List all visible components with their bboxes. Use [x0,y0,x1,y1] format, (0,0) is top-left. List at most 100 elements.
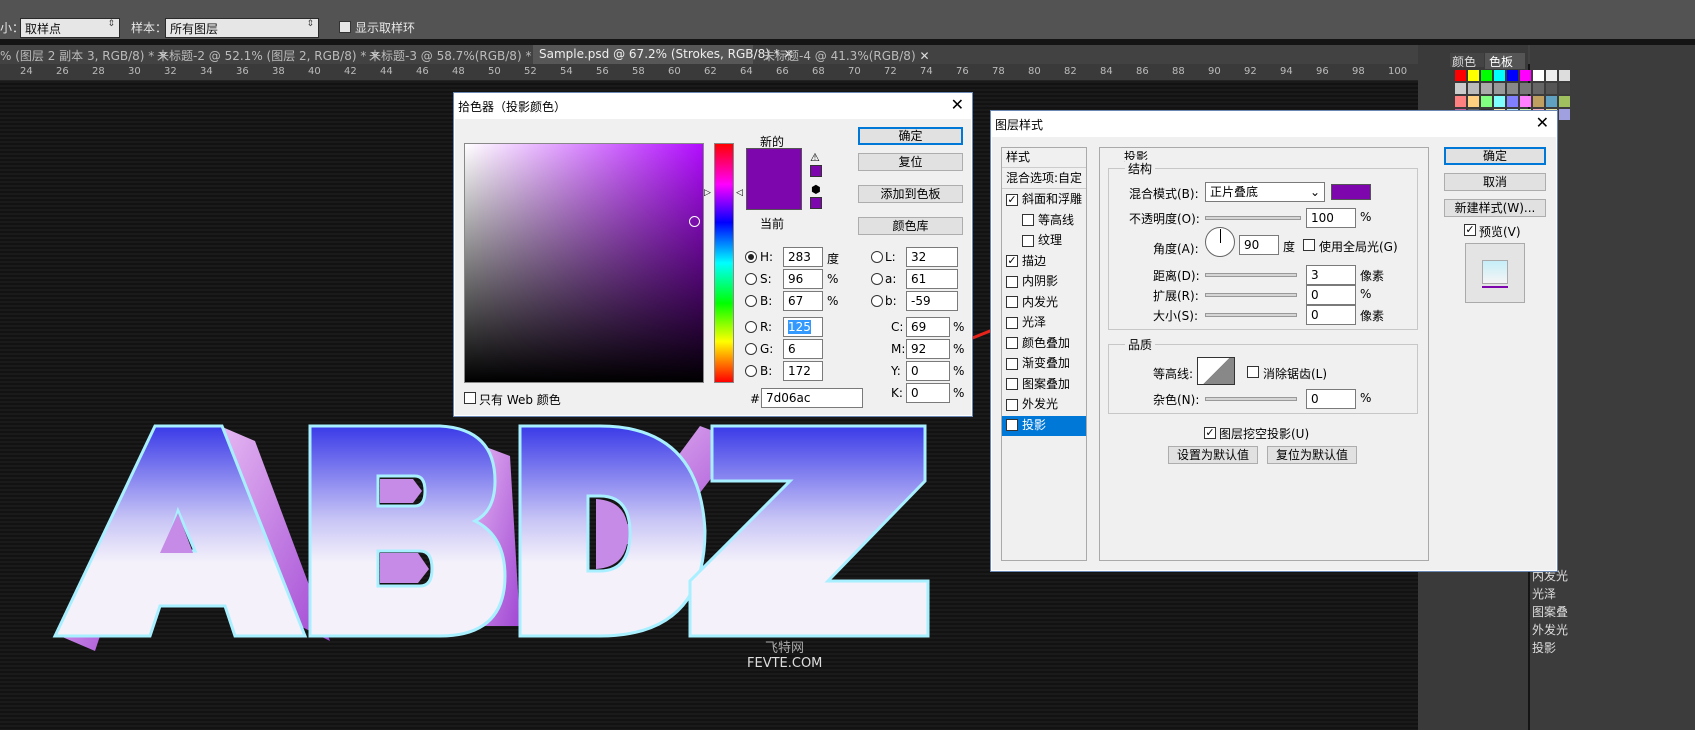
shadow-color-swatch[interactable] [1331,184,1371,200]
m-input[interactable]: 92 [906,339,950,359]
distance-input[interactable]: 3 [1306,265,1356,285]
color-libraries-button[interactable]: 颜色库 [858,217,963,235]
r-radio[interactable] [745,321,757,333]
knockout-checkbox[interactable]: ✓ [1204,427,1216,439]
spread-slider[interactable] [1205,293,1297,297]
swatch[interactable] [1559,83,1570,94]
doc-tab[interactable]: % (图层 2 副本 3, RGB/8) * ✕ [0,45,168,64]
y-input[interactable]: 0 [906,361,950,381]
style-item-checkbox[interactable]: ✓ [1006,419,1018,431]
web-only-checkbox[interactable] [464,392,476,404]
style-item[interactable]: 纹理 [1002,231,1086,251]
noise-input[interactable]: 0 [1306,389,1356,409]
distance-slider[interactable] [1205,273,1297,277]
lab-b-input[interactable]: -59 [906,291,958,311]
style-item-checkbox[interactable]: ✓ [1006,193,1018,206]
style-item-checkbox[interactable] [1022,234,1034,247]
s-input[interactable]: 96 [783,269,823,289]
warning-icon[interactable]: ⚠ [810,151,820,164]
b2-radio[interactable] [745,365,757,377]
swatch[interactable] [1455,96,1466,107]
ok-button[interactable]: 确定 [858,127,963,145]
swatch[interactable] [1546,96,1557,107]
style-item-checkbox[interactable] [1006,357,1018,370]
style-item[interactable]: 外发光 [1002,395,1086,415]
swatch[interactable] [1546,70,1557,81]
l-radio[interactable] [871,251,883,263]
doc-tab[interactable]: 未标题-2 @ 52.1% (图层 2, RGB/8) * ✕ [157,45,380,64]
swatch[interactable] [1507,96,1518,107]
style-item-checkbox[interactable] [1006,275,1018,288]
g-radio[interactable] [745,343,757,355]
new-style-button[interactable]: 新建样式(W)... [1444,199,1546,217]
h-radio[interactable] [745,251,757,263]
b-radio[interactable] [745,295,757,307]
a-radio[interactable] [871,273,883,285]
swatch[interactable] [1494,96,1505,107]
c-input[interactable]: 69 [906,317,950,337]
size-slider[interactable] [1205,313,1297,317]
style-item[interactable]: 颜色叠加 [1002,334,1086,354]
swatch[interactable] [1455,70,1466,81]
swatch[interactable] [1533,96,1544,107]
swatch[interactable] [1520,96,1531,107]
swatch[interactable] [1494,70,1505,81]
antialias-checkbox[interactable] [1247,366,1259,378]
sample-select[interactable]: 所有图层 ⇕ [165,18,319,38]
swatch[interactable] [1468,83,1479,94]
swatch[interactable] [1507,70,1518,81]
reset-button[interactable]: 复位 [858,153,963,171]
swatch[interactable] [1559,109,1570,120]
doc-tab[interactable]: 未标题-3 @ 58.7%(RGB/8) * ✕ [369,45,545,64]
h-input[interactable]: 283 [783,247,823,267]
g-input[interactable]: 6 [783,339,823,359]
color-cursor[interactable] [689,216,700,227]
b2-input[interactable]: 172 [783,361,823,381]
style-item-checkbox[interactable]: ✓ [1006,255,1018,267]
opacity-slider[interactable] [1205,216,1301,220]
show-ring-checkbox[interactable]: ✓ [339,21,351,33]
a-input[interactable]: 61 [906,269,958,289]
swatch[interactable] [1559,70,1570,81]
style-item-checkbox[interactable] [1006,398,1018,411]
web-swatch[interactable] [810,197,822,209]
r-input[interactable]: 125 [783,317,823,337]
style-item-checkbox[interactable] [1022,214,1034,226]
spread-input[interactable]: 0 [1306,285,1356,305]
set-default-button[interactable]: 设置为默认值 [1168,446,1258,464]
contour-picker[interactable] [1197,357,1235,385]
angle-input[interactable]: 90 [1239,235,1279,255]
angle-dial[interactable] [1205,227,1235,257]
swatch[interactable] [1507,83,1518,94]
swatch[interactable] [1481,96,1492,107]
swatch[interactable] [1481,83,1492,94]
tab-color[interactable]: 颜色 [1450,53,1484,69]
style-item[interactable]: ✓ 投影 [1002,415,1086,436]
hue-slider[interactable] [714,143,734,383]
size-input[interactable]: 0 [1306,305,1356,325]
style-item[interactable]: 内发光 [1002,293,1086,313]
swatch[interactable] [1468,70,1479,81]
style-item-checkbox[interactable] [1006,337,1018,349]
style-item-checkbox[interactable] [1006,316,1018,329]
preview-checkbox[interactable]: ✓ [1464,224,1476,236]
doc-tab[interactable]: 未标题-4 @ 41.3%(RGB/8) ✕ [763,45,930,64]
style-ok-button[interactable]: 确定 [1444,147,1546,165]
sample-size-select[interactable]: 取样点 ⇕ [20,18,120,38]
swatch[interactable] [1546,83,1557,94]
style-item[interactable]: 等高线 [1002,211,1086,231]
saturation-brightness-field[interactable] [464,143,704,383]
global-light-checkbox[interactable] [1303,239,1315,251]
style-item-checkbox[interactable] [1006,296,1018,308]
cube-icon[interactable]: ⬢ [811,183,821,196]
blend-mode-select[interactable]: 正片叠底 ⌄ [1205,182,1325,202]
noise-slider[interactable] [1205,397,1297,401]
style-item[interactable]: ✓ 斜面和浮雕 [1002,190,1086,210]
add-to-swatches-button[interactable]: 添加到色板 [858,185,963,203]
blend-options-item[interactable]: 混合选项:自定 [1002,169,1086,189]
k-input[interactable]: 0 [906,383,950,403]
swatch[interactable] [1494,83,1505,94]
swatch[interactable] [1533,83,1544,94]
style-item[interactable]: 内阴影 [1002,272,1086,292]
b-input[interactable]: 67 [783,291,823,311]
